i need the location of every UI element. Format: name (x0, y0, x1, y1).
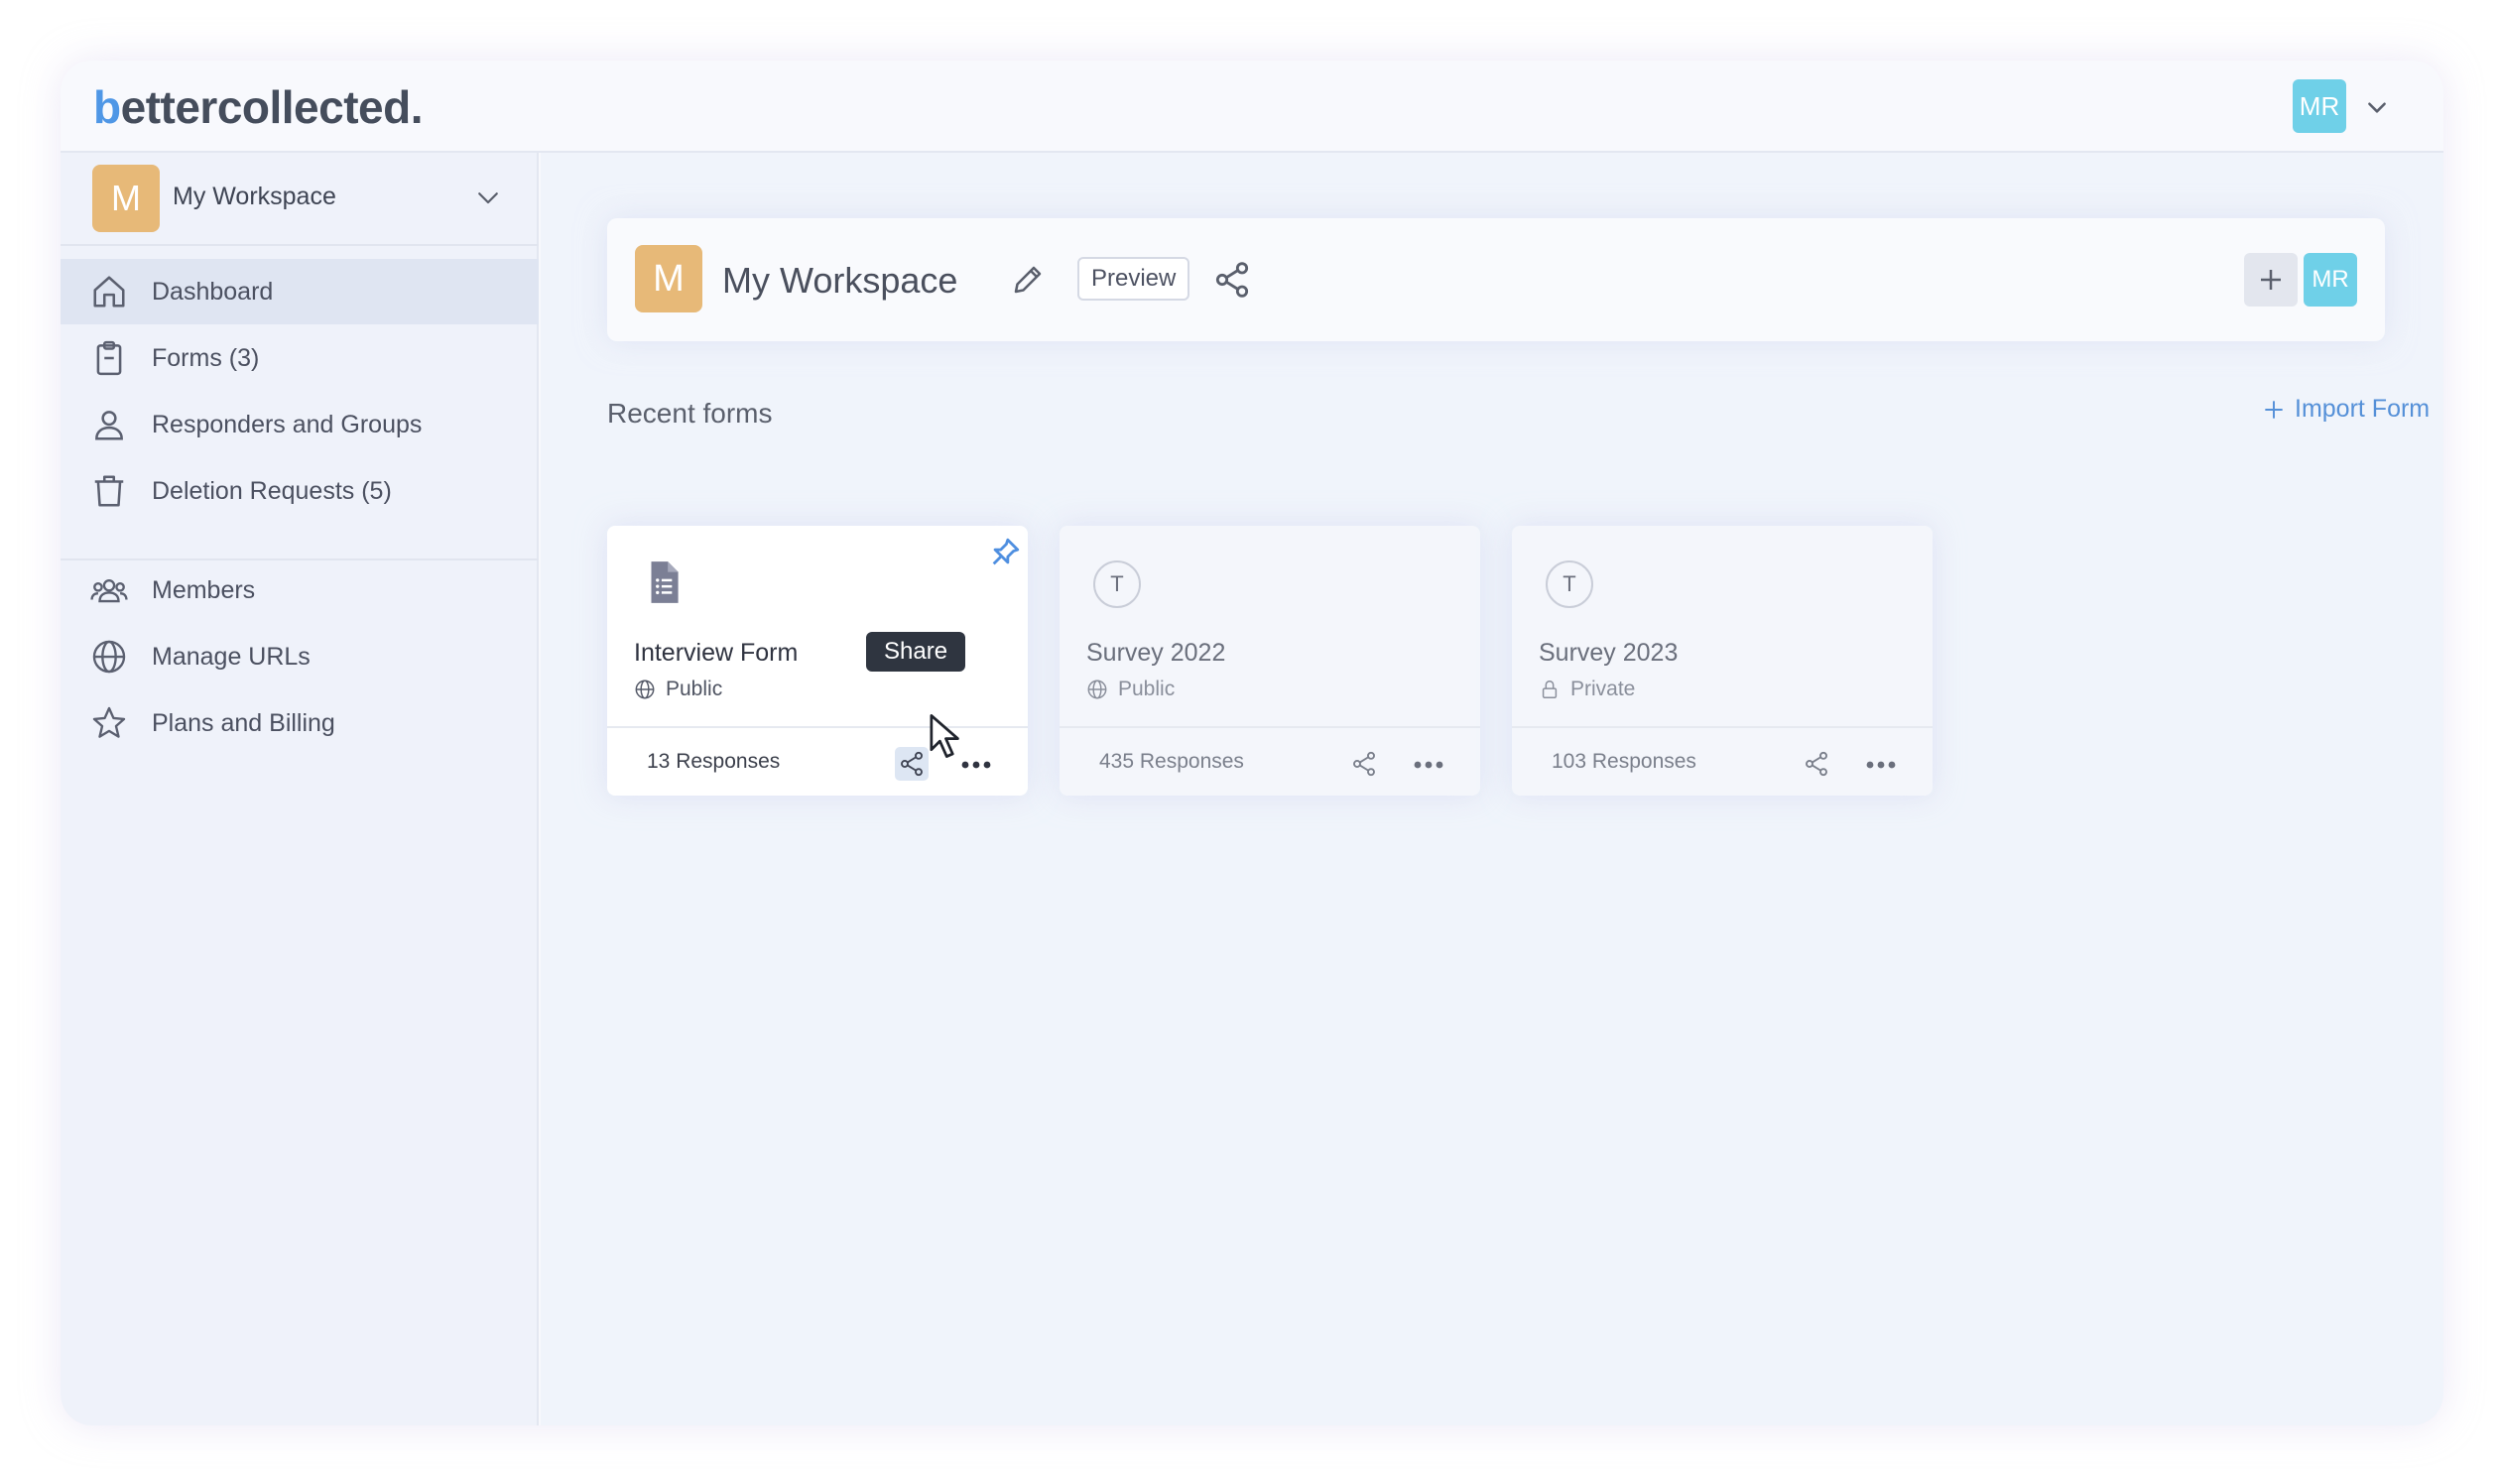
sidebar: M My Workspace Dashboard Forms (3) Respo… (61, 153, 539, 1425)
form-name: Interview Form (634, 639, 799, 667)
form-card-survey-2023[interactable]: T Survey 2023 Private 103 Responses (1512, 526, 1933, 796)
user-icon (95, 411, 123, 440)
sidebar-item-label: Responders and Groups (152, 410, 423, 438)
response-count: 435 Responses (1099, 750, 1244, 773)
share-button[interactable] (895, 747, 929, 781)
card-footer: 103 Responses (1512, 726, 1933, 796)
user-avatar[interactable]: MR (2293, 79, 2346, 133)
form-card-survey-2022[interactable]: T Survey 2022 Public 435 Responses (1060, 526, 1480, 796)
response-count: 13 Responses (647, 750, 781, 773)
mouse-cursor-icon (930, 714, 959, 758)
visibility-label: Public (666, 678, 723, 700)
import-form-button[interactable]: Import Form (2261, 395, 2430, 424)
form-initial-avatar: T (1093, 560, 1141, 608)
member-avatar[interactable]: MR (2304, 253, 2357, 307)
top-bar: bettercollected. MR (61, 61, 2443, 153)
form-name: Survey 2023 (1539, 639, 1679, 667)
chevron-down-icon (478, 192, 498, 204)
globe-icon (1087, 680, 1107, 699)
sidebar-item-forms[interactable]: Forms (3) (61, 325, 539, 391)
star-icon (92, 706, 126, 738)
visibility-label: Public (1118, 678, 1176, 700)
sidebar-item-label: Plans and Billing (152, 708, 335, 737)
workspace-header: M My Workspace Preview MR (607, 218, 2385, 341)
more-options-icon[interactable] (1409, 750, 1448, 780)
share-button[interactable] (1800, 747, 1833, 781)
recent-forms-title: Recent forms (607, 398, 773, 429)
sidebar-item-manage-urls[interactable]: Manage URLs (61, 624, 539, 689)
lock-icon (1542, 680, 1558, 698)
sidebar-item-label: Members (152, 575, 256, 604)
form-name: Survey 2022 (1086, 639, 1226, 667)
form-initial-avatar: T (1546, 560, 1593, 608)
share-icon (1806, 751, 1827, 777)
home-icon (93, 276, 125, 308)
chevron-down-icon[interactable] (2364, 94, 2390, 120)
page-title: My Workspace (722, 260, 958, 301)
share-icon[interactable] (1212, 260, 1252, 300)
form-visibility: Public (1086, 678, 1175, 701)
more-options-icon[interactable] (1861, 750, 1901, 780)
add-member-button[interactable] (2244, 253, 2298, 307)
share-tooltip: Share (866, 632, 966, 672)
card-footer: 435 Responses (1060, 726, 1480, 796)
form-visibility: Private (1539, 678, 1635, 701)
main-content: M My Workspace Preview MR Recent forms I… (541, 153, 2443, 1425)
sidebar-item-label: Deletion Requests (5) (152, 476, 392, 505)
users-icon (90, 578, 128, 603)
logo-text: ettercollected. (120, 81, 424, 133)
pencil-icon[interactable] (1010, 262, 1046, 298)
clipboard-icon (96, 340, 122, 376)
globe-icon (635, 680, 655, 699)
trash-icon (94, 475, 124, 507)
workspace-avatar: M (92, 165, 160, 232)
share-icon (1353, 751, 1375, 777)
sidebar-item-label: Manage URLs (152, 642, 311, 671)
share-icon (901, 751, 923, 777)
visibility-label: Private (1570, 678, 1636, 700)
preview-button[interactable]: Preview (1077, 257, 1190, 301)
response-count: 103 Responses (1552, 750, 1696, 773)
sidebar-item-plans-billing[interactable]: Plans and Billing (61, 690, 539, 756)
sidebar-item-dashboard[interactable]: Dashboard (61, 259, 539, 324)
share-button[interactable] (1347, 747, 1381, 781)
workspace-name: My Workspace (173, 183, 336, 210)
workspace-avatar: M (635, 245, 702, 312)
form-visibility: Public (634, 678, 722, 701)
globe-icon (92, 640, 126, 674)
sidebar-item-deletion-requests[interactable]: Deletion Requests (5) (61, 458, 539, 524)
sidebar-item-responders[interactable]: Responders and Groups (61, 392, 539, 457)
plus-icon (2265, 400, 2283, 419)
plus-icon (2261, 270, 2281, 290)
workspace-selector[interactable]: M My Workspace (61, 153, 539, 246)
document-icon (651, 561, 679, 603)
pin-icon[interactable] (988, 536, 1022, 569)
logo-mark: b (93, 81, 121, 133)
bettercollected-logo[interactable]: bettercollected. (93, 80, 424, 134)
import-form-label: Import Form (2295, 395, 2431, 423)
sidebar-item-label: Dashboard (152, 277, 274, 306)
sidebar-item-label: Forms (3) (152, 343, 260, 372)
sidebar-item-members[interactable]: Members (61, 557, 539, 623)
app-window: bettercollected. MR M My Workspace Dashb… (61, 61, 2443, 1425)
